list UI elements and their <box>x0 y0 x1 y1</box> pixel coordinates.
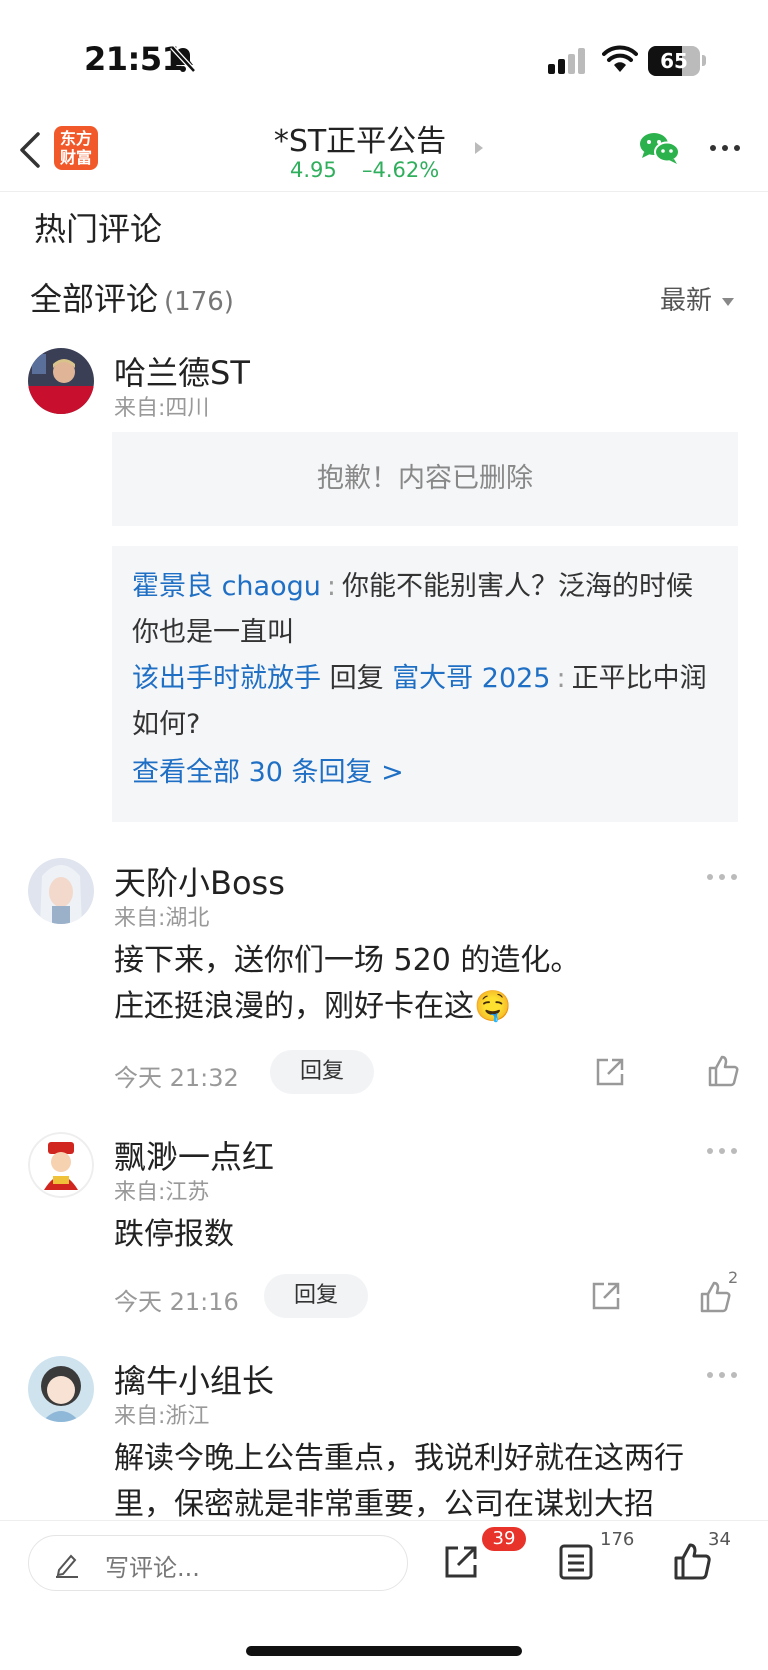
comment-input[interactable]: 写评论... <box>28 1535 408 1591</box>
comment-input-placeholder: 写评论... <box>105 1554 200 1582</box>
comment-content: 接下来，送你们一场 520 的造化。 庄还挺浪漫的，刚好卡在这🤤 <box>114 938 580 1030</box>
deleted-content-notice: 抱歉！内容已删除 <box>112 432 738 526</box>
reply-item[interactable]: 霍景良 chaogu: 你能不能别害人？泛海的时候你也是一直叫 <box>132 564 718 656</box>
comment-location: 来自:四川 <box>114 396 210 421</box>
sort-dropdown[interactable]: 最新 <box>660 280 734 317</box>
share-count-badge: 39 <box>482 1527 526 1551</box>
like-icon[interactable] <box>672 1541 712 1581</box>
comments-list-icon[interactable] <box>558 1543 594 1581</box>
comment-time: 今天 21:16 <box>114 1288 239 1316</box>
comment-count: 176 <box>600 1529 635 1550</box>
comment-content: 解读今晚上公告重点，我说利好就在这两行 里，保密就是非常重要，公司在谋划大招 <box>114 1436 754 1528</box>
avatar[interactable] <box>28 1356 94 1422</box>
comment-line: 庄还挺浪漫的，刚好卡在这🤤 <box>114 989 512 1024</box>
sort-label: 最新 <box>659 286 712 316</box>
comment-location: 来自:江苏 <box>114 1180 210 1205</box>
bell-muted-icon <box>170 45 196 73</box>
back-arrow-icon[interactable] <box>16 128 46 172</box>
battery-indicator: 65 <box>648 46 700 76</box>
like-count: 34 <box>708 1529 731 1550</box>
status-bar: 21:51 65 <box>0 0 768 110</box>
like-icon[interactable] <box>698 1280 732 1314</box>
share-icon[interactable] <box>442 1543 480 1581</box>
stock-price: 4.95 <box>290 158 337 182</box>
reply-button[interactable]: 回复 <box>264 1274 368 1318</box>
stock-change: –4.62% <box>362 158 440 182</box>
like-count: 2 <box>728 1268 739 1287</box>
comment-username[interactable]: 天阶小Boss <box>114 858 285 904</box>
comment-username[interactable]: 飘渺一点红 <box>114 1132 274 1178</box>
more-options-icon[interactable] <box>706 1146 738 1156</box>
home-indicator <box>246 1646 522 1656</box>
comment-line: 跌停报数 <box>114 1217 234 1252</box>
reply-item[interactable]: 该出手时就放手 回复 富大哥 2025: 正平比中润如何? <box>132 656 718 748</box>
pen-icon <box>56 1554 78 1578</box>
wifi-icon <box>602 45 638 72</box>
reply-author[interactable]: 霍景良 chaogu <box>132 571 321 602</box>
all-comments-heading: 全部评论 (176) <box>30 274 234 320</box>
comment-time: 今天 21:32 <box>114 1064 239 1092</box>
comment-username[interactable]: 哈兰德ST <box>114 348 250 394</box>
reply-colon: : <box>326 571 336 602</box>
reply-target[interactable]: 富大哥 2025 <box>392 663 550 694</box>
comment-line: 解读今晚上公告重点，我说利好就在这两行 <box>114 1441 684 1476</box>
caret-down-icon <box>722 297 734 306</box>
avatar[interactable] <box>28 348 94 414</box>
cellular-signal-icon <box>548 48 585 74</box>
share-icon[interactable] <box>594 1056 626 1088</box>
comment-location: 来自:浙江 <box>114 1404 210 1429</box>
all-comments-count: (176) <box>164 287 234 317</box>
all-comments-label: 全部评论 <box>30 280 159 318</box>
more-options-icon[interactable] <box>706 872 738 882</box>
battery-percent: 65 <box>660 49 688 73</box>
reply-button[interactable]: 回复 <box>270 1050 374 1094</box>
reply-author[interactable]: 该出手时就放手 <box>132 663 321 694</box>
comment-line: 接下来，送你们一场 520 的造化。 <box>114 943 581 978</box>
eastmoney-logo[interactable]: 东方财富 <box>54 126 98 170</box>
hot-comments-heading: 热门评论 <box>34 210 163 248</box>
more-options-icon[interactable] <box>708 138 742 158</box>
more-options-icon[interactable] <box>706 1370 738 1380</box>
view-all-replies-link[interactable]: 查看全部 30 条回复 > <box>132 750 718 796</box>
share-icon[interactable] <box>590 1280 622 1312</box>
comment-username[interactable]: 擒牛小组长 <box>114 1356 274 1402</box>
wechat-share-icon[interactable] <box>638 130 680 166</box>
avatar[interactable] <box>28 1132 94 1198</box>
stock-title[interactable]: *ST正平公告 <box>250 116 470 160</box>
avatar[interactable] <box>28 858 94 924</box>
reply-colon: : <box>556 663 566 694</box>
logo-text: 东方财富 <box>59 129 92 167</box>
replies-box: 霍景良 chaogu: 你能不能别害人？泛海的时候你也是一直叫 该出手时就放手 回… <box>112 546 738 822</box>
nav-bar: 东方财富 *ST正平公告 4.95 –4.62% <box>0 110 768 192</box>
like-icon[interactable] <box>706 1054 740 1088</box>
comment-location: 来自:湖北 <box>114 906 210 931</box>
battery-tip <box>702 55 706 66</box>
reply-verb: 回复 <box>329 663 384 694</box>
triangle-right-icon[interactable] <box>473 140 485 156</box>
comment-content: 跌停报数 <box>114 1212 234 1258</box>
